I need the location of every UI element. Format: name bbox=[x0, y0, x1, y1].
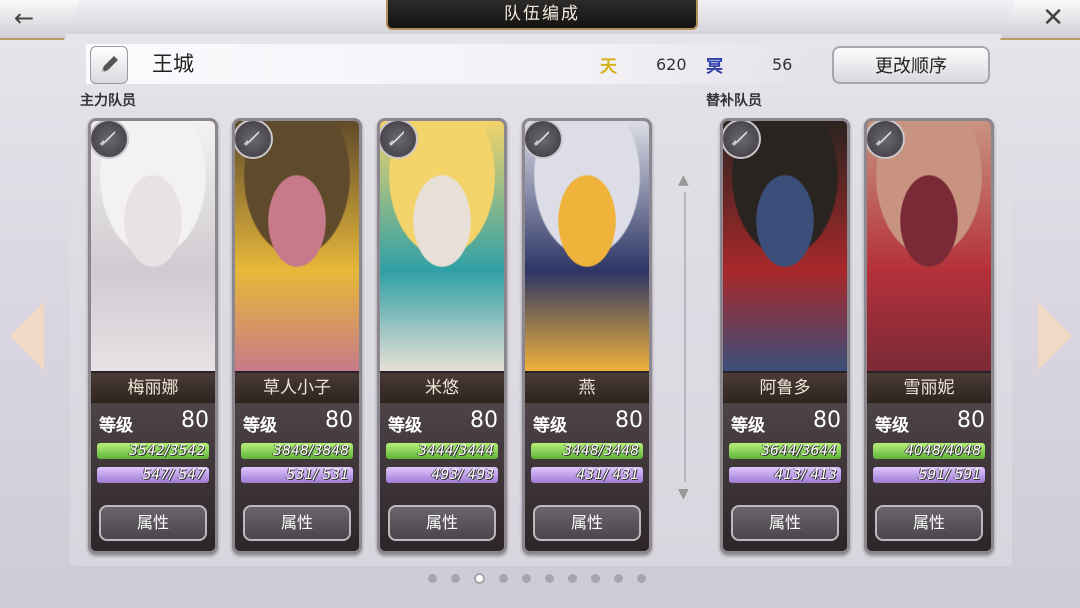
level-label: 等级 bbox=[243, 416, 277, 436]
attributes-button[interactable]: 属性 bbox=[533, 505, 641, 541]
member-name: 米悠 bbox=[380, 373, 504, 403]
mp-bar: 493/ 493 bbox=[386, 467, 498, 483]
prev-team-arrow-icon[interactable] bbox=[10, 302, 44, 370]
page-dot[interactable] bbox=[637, 574, 646, 583]
member-stats: 等级 80 3848/3848 531/ 531 属性 bbox=[235, 403, 359, 551]
level-label: 等级 bbox=[533, 416, 567, 436]
member-name: 燕 bbox=[525, 373, 649, 403]
level-label: 等级 bbox=[99, 416, 133, 436]
mp-bar: 531/ 531 bbox=[241, 467, 353, 483]
member-stats: 等级 80 3644/3644 413/ 413 属性 bbox=[723, 403, 847, 551]
back-button[interactable]: ← bbox=[0, 0, 80, 40]
attributes-button[interactable]: 属性 bbox=[875, 505, 983, 541]
member-stats: 等级 80 4048/4048 591/ 591 属性 bbox=[867, 403, 991, 551]
hp-value: 4048/4048 bbox=[905, 443, 981, 459]
main-members-label: 主力队员 bbox=[80, 93, 136, 109]
divider: ▲ ▼ bbox=[678, 172, 692, 502]
attributes-button[interactable]: 属性 bbox=[99, 505, 207, 541]
hp-bar: 3848/3848 bbox=[241, 443, 353, 459]
mp-value: 431/ 431 bbox=[576, 467, 639, 483]
hp-bar: 3542/3542 bbox=[97, 443, 209, 459]
up-chevron-icon: ▲ bbox=[678, 172, 689, 188]
level-label: 等级 bbox=[731, 416, 765, 436]
member-stats: 等级 80 3542/3542 547/ 547 属性 bbox=[91, 403, 215, 551]
edit-team-name-button[interactable] bbox=[90, 46, 128, 84]
member-card[interactable]: 梅丽娜 等级 80 3542/3542 547/ 547 属性 bbox=[88, 118, 218, 554]
hp-value: 3848/3848 bbox=[273, 443, 349, 459]
level-value: 80 bbox=[813, 408, 841, 433]
member-card[interactable]: 燕 等级 80 3448/3448 431/ 431 属性 bbox=[522, 118, 652, 554]
underworld-stat-icon: 冥 bbox=[706, 57, 723, 77]
member-card[interactable]: 草人小子 等级 80 3848/3848 531/ 531 属性 bbox=[232, 118, 362, 554]
page-dot[interactable] bbox=[499, 574, 508, 583]
hp-bar: 4048/4048 bbox=[873, 443, 985, 459]
hp-value: 3542/3542 bbox=[129, 443, 205, 459]
heaven-stat-value: 620 bbox=[656, 55, 687, 74]
level-value: 80 bbox=[957, 408, 985, 433]
underworld-stat-value: 56 bbox=[772, 55, 793, 74]
class-weapon-icon bbox=[867, 121, 905, 159]
mp-value: 493/ 493 bbox=[431, 467, 494, 483]
hp-bar: 3644/3644 bbox=[729, 443, 841, 459]
mp-value: 547/ 547 bbox=[142, 467, 205, 483]
class-weapon-icon bbox=[525, 121, 563, 159]
heaven-stat-icon: 天 bbox=[600, 57, 617, 77]
class-weapon-icon bbox=[91, 121, 129, 159]
page-dot[interactable] bbox=[545, 574, 554, 583]
class-weapon-icon bbox=[723, 121, 761, 159]
level-value: 80 bbox=[325, 408, 353, 433]
member-stats: 等级 80 3444/3444 493/ 493 属性 bbox=[380, 403, 504, 551]
member-name: 阿鲁多 bbox=[723, 373, 847, 403]
mp-bar: 431/ 431 bbox=[531, 467, 643, 483]
member-card[interactable]: 雪丽妮 等级 80 4048/4048 591/ 591 属性 bbox=[864, 118, 994, 554]
class-weapon-icon bbox=[235, 121, 273, 159]
page-dot[interactable] bbox=[568, 574, 577, 583]
hp-value: 3644/3644 bbox=[761, 443, 837, 459]
page-dot[interactable] bbox=[428, 574, 437, 583]
mp-bar: 547/ 547 bbox=[97, 467, 209, 483]
member-card[interactable]: 阿鲁多 等级 80 3644/3644 413/ 413 属性 bbox=[720, 118, 850, 554]
attributes-button[interactable]: 属性 bbox=[388, 505, 496, 541]
page-dot[interactable] bbox=[474, 573, 485, 584]
member-card[interactable]: 米悠 等级 80 3444/3444 493/ 493 属性 bbox=[377, 118, 507, 554]
mp-value: 413/ 413 bbox=[774, 467, 837, 483]
level-value: 80 bbox=[181, 408, 209, 433]
hp-value: 3448/3448 bbox=[563, 443, 639, 459]
member-name: 雪丽妮 bbox=[867, 373, 991, 403]
page-dot[interactable] bbox=[591, 574, 600, 583]
member-name: 草人小子 bbox=[235, 373, 359, 403]
level-value: 80 bbox=[470, 408, 498, 433]
page-dot[interactable] bbox=[451, 574, 460, 583]
hp-bar: 3448/3448 bbox=[531, 443, 643, 459]
down-chevron-icon: ▼ bbox=[678, 486, 689, 502]
next-team-arrow-icon[interactable] bbox=[1038, 302, 1072, 370]
mp-value: 591/ 591 bbox=[918, 467, 981, 483]
page-dot[interactable] bbox=[522, 574, 531, 583]
page-title: 队伍编成 bbox=[386, 0, 698, 30]
level-value: 80 bbox=[615, 408, 643, 433]
level-label: 等级 bbox=[875, 416, 909, 436]
attributes-button[interactable]: 属性 bbox=[731, 505, 839, 541]
team-name: 王城 bbox=[152, 52, 194, 76]
member-name: 梅丽娜 bbox=[91, 373, 215, 403]
attributes-button[interactable]: 属性 bbox=[243, 505, 351, 541]
team-bar bbox=[86, 44, 806, 84]
back-arrow-icon: ← bbox=[14, 4, 35, 32]
reserve-members-label: 替补队员 bbox=[706, 93, 762, 109]
hp-bar: 3444/3444 bbox=[386, 443, 498, 459]
mp-value: 531/ 531 bbox=[286, 467, 349, 483]
page-dot[interactable] bbox=[614, 574, 623, 583]
pen-icon bbox=[100, 56, 118, 74]
mp-bar: 413/ 413 bbox=[729, 467, 841, 483]
level-label: 等级 bbox=[388, 416, 422, 436]
reorder-button[interactable]: 更改顺序 bbox=[832, 46, 990, 84]
member-stats: 等级 80 3448/3448 431/ 431 属性 bbox=[525, 403, 649, 551]
close-icon: ✕ bbox=[1042, 3, 1064, 33]
hp-value: 3444/3444 bbox=[418, 443, 494, 459]
class-weapon-icon bbox=[380, 121, 418, 159]
page-indicator bbox=[428, 573, 646, 584]
mp-bar: 591/ 591 bbox=[873, 467, 985, 483]
